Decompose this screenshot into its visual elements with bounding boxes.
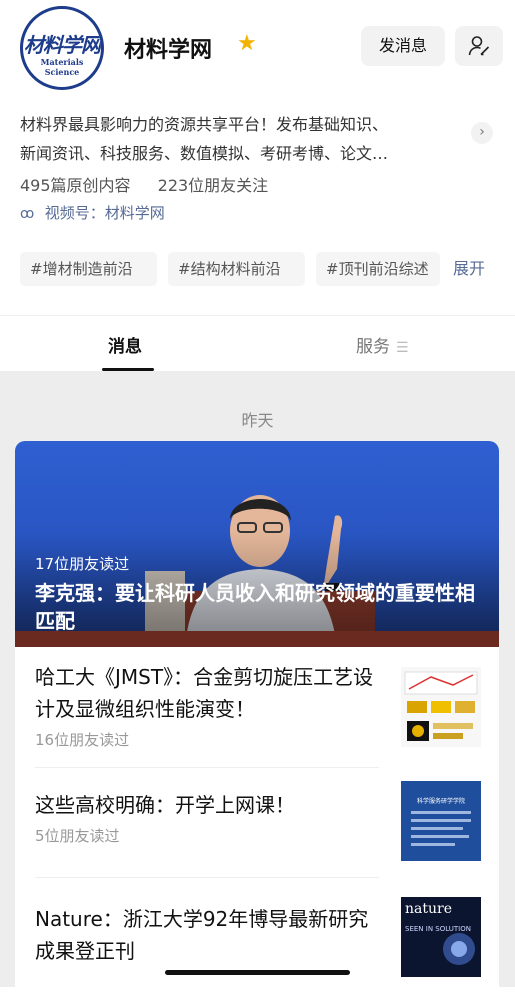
star-icon[interactable]: ★ — [237, 33, 257, 55]
description-line-2: 新闻资讯、科技服务、数值模拟、考研考博、论文… — [20, 144, 389, 163]
chevron-right-icon[interactable]: › — [471, 122, 493, 144]
cover-article[interactable]: 17位朋友读过 李克强：要让科研人员收入和研究领域的重要性相匹配 — [15, 441, 499, 647]
thumb-nature-logo: nature — [405, 901, 452, 917]
tab-services[interactable]: 服务 ☰ — [356, 332, 409, 357]
thumb-notice-title: 科学服务研学学院 — [417, 797, 465, 805]
article-card: 17位朋友读过 李克强：要让科研人员收入和研究领域的重要性相匹配 哈工大《JMS… — [15, 441, 499, 1001]
logo-cn-text: 材料学网 — [24, 33, 101, 57]
channel-link[interactable]: ꝏ 视频号：材料学网 — [20, 202, 165, 223]
user-edit-icon — [468, 36, 490, 56]
expand-tags-link[interactable]: 展开 — [453, 252, 485, 286]
article-readers: 5位朋友读过 — [35, 827, 120, 845]
channel-icon: ꝏ — [20, 206, 35, 222]
followers-count: 223位朋友关注 — [157, 176, 269, 195]
item-divider — [35, 767, 379, 768]
article-thumbnail[interactable]: 科学服务研学学院 — [401, 781, 481, 861]
article-title: Nature：浙江大学92年博导最新研究成果登正刊 — [35, 907, 369, 963]
item-divider — [35, 877, 379, 878]
tag-row: #增材制造前沿 #结构材料前沿 #顶刊前沿综述 展开 — [20, 252, 500, 288]
tag-item[interactable]: #顶刊前沿综述 — [316, 252, 440, 286]
date-label: 昨天 — [241, 411, 274, 430]
user-edit-button[interactable] — [455, 26, 503, 66]
article-title: 哈工大《JMST》：合金剪切旋压工艺设计及显微组织性能演变！ — [35, 665, 374, 721]
tag-item[interactable]: #增材制造前沿 — [20, 252, 157, 286]
tab-messages[interactable]: 消息 — [108, 332, 142, 357]
cover-title: 李克强：要让科研人员收入和研究领域的重要性相匹配 — [35, 581, 475, 633]
account-description[interactable]: 材料界最具影响力的资源共享平台！发布基础知识、 新闻资讯、科技服务、数值模拟、考… — [20, 110, 460, 168]
channel-label: 视频号：材料学网 — [44, 204, 165, 222]
list-item[interactable]: 哈工大《JMST》：合金剪切旋压工艺设计及显微组织性能演变！ 16位朋友读过 — [35, 661, 381, 750]
thumb-nature-cover-text: SEEN IN SOLUTION — [405, 925, 471, 933]
original-count: 495篇原创内容 — [20, 176, 131, 195]
menu-icon: ☰ — [396, 340, 409, 356]
home-indicator — [165, 970, 350, 975]
article-thumbnail[interactable]: nature SEEN IN SOLUTION — [401, 897, 481, 977]
logo-en-text: Materials Science — [40, 57, 84, 77]
account-header: 材料学网 Materials Science 材料学网 ★ 发消息 — [0, 0, 515, 95]
account-stats: 495篇原创内容 223位朋友关注 — [20, 172, 290, 196]
account-avatar[interactable]: 材料学网 Materials Science — [20, 6, 104, 90]
tab-services-label: 服务 — [356, 337, 390, 357]
send-message-button[interactable]: 发消息 — [361, 26, 445, 66]
article-title: 这些高校明确：开学上网课！ — [35, 793, 295, 817]
message-feed: 昨天 17位朋友读过 李克强：要让科研人员收入和研究领域的重要性相匹配 哈工大《… — [0, 371, 515, 1001]
description-line-1: 材料界最具影响力的资源共享平台！发布基础知识、 — [20, 115, 389, 134]
account-name: 材料学网 — [124, 38, 213, 63]
list-item[interactable]: 这些高校明确：开学上网课！ 5位朋友读过 — [35, 789, 381, 846]
cover-readers: 17位朋友读过 — [35, 555, 130, 573]
article-thumbnail[interactable] — [401, 667, 481, 747]
tab-bar: 消息 服务 ☰ — [0, 315, 515, 371]
tag-item[interactable]: #结构材料前沿 — [168, 252, 305, 286]
article-readers: 16位朋友读过 — [35, 731, 130, 749]
list-item[interactable]: Nature：浙江大学92年博导最新研究成果登正刊 — [35, 903, 381, 967]
